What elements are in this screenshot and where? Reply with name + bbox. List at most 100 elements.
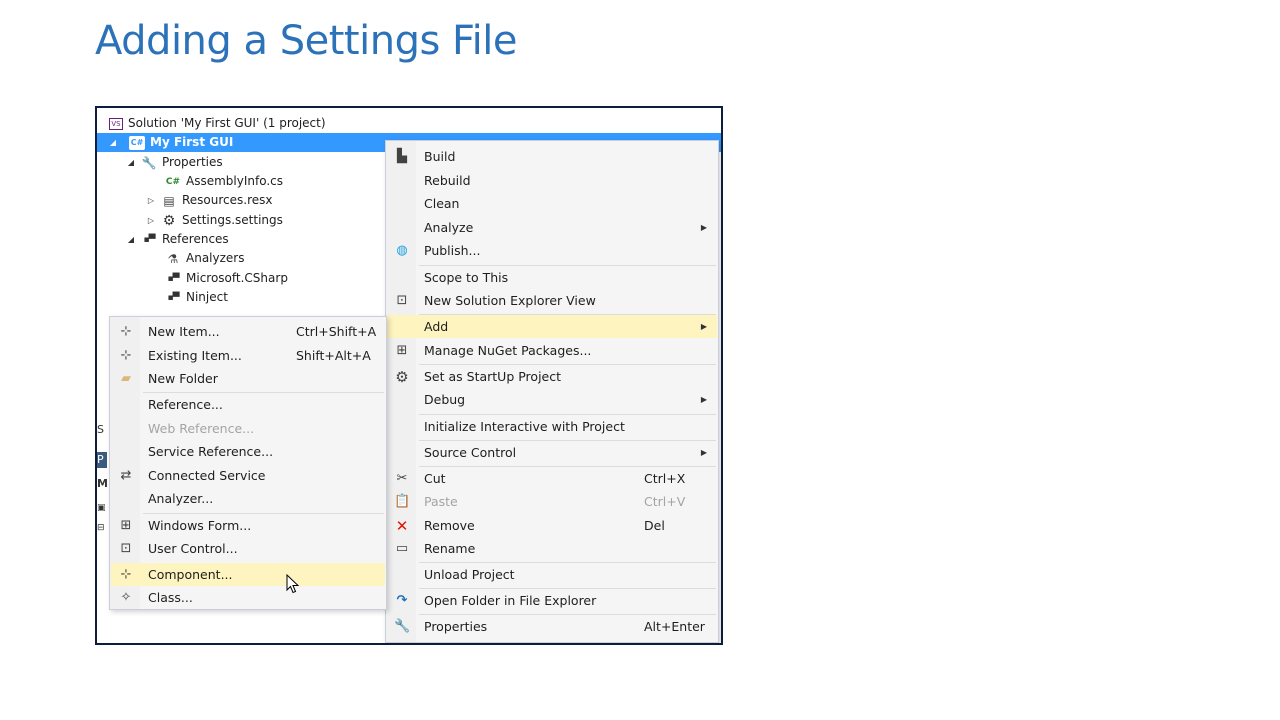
- menu-item-rename[interactable]: ▭ Rename: [387, 537, 717, 560]
- menu-item-manage-nuget[interactable]: ⊞ Manage NuGet Packages...: [387, 339, 717, 362]
- submenu-item-user-control[interactable]: ⊡ User Control...: [111, 537, 385, 560]
- menu-item-new-solution-explorer-view[interactable]: ⊡ New Solution Explorer View: [387, 289, 717, 312]
- submenu-item-connected-service[interactable]: ⇄ Connected Service: [111, 464, 385, 487]
- rename-icon: ▭: [395, 541, 409, 556]
- csharp-file-icon: C#: [165, 176, 181, 187]
- menu-item-paste[interactable]: 📋 Paste Ctrl+V: [387, 490, 717, 513]
- submenu-item-new-item[interactable]: ⊹ New Item... Ctrl+Shift+A: [111, 320, 385, 343]
- menu-item-properties[interactable]: 🔧 Properties Alt+Enter: [387, 615, 717, 638]
- menu-item-set-startup[interactable]: ⚙ Set as StartUp Project: [387, 365, 717, 388]
- submenu-arrow-icon: ▶: [700, 448, 707, 457]
- collapse-arrow-icon[interactable]: ◢: [125, 230, 137, 249]
- tree-references[interactable]: ◢ ▪▀ References: [125, 230, 229, 249]
- menu-label: Manage NuGet Packages...: [424, 343, 592, 358]
- menu-shortcut: Shift+Alt+A: [296, 348, 371, 363]
- tree-microsoft-csharp[interactable]: ▪▀ Microsoft.CSharp: [165, 269, 288, 288]
- menu-label: Add: [424, 319, 449, 334]
- open-folder-arrow-icon: ↷: [396, 593, 408, 608]
- wrench-icon: 🔧: [394, 619, 411, 634]
- submenu-item-web-reference[interactable]: Web Reference...: [111, 417, 385, 440]
- menu-label: Properties: [424, 619, 488, 634]
- submenu-item-reference[interactable]: Reference...: [111, 393, 385, 416]
- slide-title: Adding a Settings File: [95, 18, 517, 64]
- expand-arrow-icon[interactable]: ▷: [145, 191, 157, 210]
- connected-service-icon: ⇄: [120, 468, 132, 483]
- build-icon: ▙: [397, 149, 407, 164]
- solution-icon: VS: [109, 117, 123, 130]
- menu-item-unload-project[interactable]: Unload Project: [387, 563, 717, 586]
- submenu-arrow-icon: ▶: [700, 223, 707, 232]
- clipped-icon: ⊟: [97, 523, 105, 533]
- tree-analyzers[interactable]: ⚗ Analyzers: [165, 249, 245, 268]
- scissors-icon: ✂: [396, 471, 408, 486]
- mouse-cursor-icon: [286, 574, 300, 594]
- menu-label: Service Reference...: [148, 444, 274, 459]
- clipboard-icon: 📋: [394, 494, 411, 509]
- menu-label: Connected Service: [148, 468, 266, 483]
- menu-label: Source Control: [424, 445, 517, 460]
- tree-label: Microsoft.CSharp: [186, 271, 288, 285]
- menu-item-scope-to-this[interactable]: Scope to This: [387, 266, 717, 289]
- tree-solution[interactable]: VS Solution 'My First GUI' (1 project): [109, 114, 326, 133]
- menu-label: Analyze: [424, 220, 474, 235]
- menu-label: Cut: [424, 471, 446, 486]
- menu-item-source-control[interactable]: Source Control ▶: [387, 441, 717, 464]
- menu-label: Reference...: [148, 397, 223, 412]
- existing-item-icon: ⊹: [120, 348, 132, 363]
- tree-label: Ninject: [186, 290, 228, 304]
- menu-label: Initialize Interactive with Project: [424, 419, 625, 434]
- menu-item-publish[interactable]: ◍ Publish...: [387, 239, 717, 262]
- tree-settings[interactable]: ▷ ⚙ Settings.settings: [145, 211, 283, 230]
- solution-label: Solution 'My First GUI' (1 project): [128, 116, 326, 130]
- resource-file-icon: ▤: [163, 193, 175, 208]
- menu-item-build[interactable]: ▙ Build: [387, 145, 717, 168]
- menu-label: Class...: [148, 590, 193, 605]
- collapse-arrow-icon[interactable]: ◢: [125, 153, 137, 172]
- wrench-icon: 🔧: [141, 155, 157, 170]
- new-item-icon: ⊹: [120, 324, 132, 339]
- project-context-menu: ▙ Build Rebuild Clean Analyze ▶ ◍ Publis…: [385, 140, 719, 643]
- menu-item-cut[interactable]: ✂ Cut Ctrl+X: [387, 467, 717, 490]
- menu-label: New Item...: [148, 324, 220, 339]
- reference-icon: ▪▀: [167, 273, 179, 284]
- menu-item-rebuild[interactable]: Rebuild: [387, 169, 717, 192]
- menu-label: Open Folder in File Explorer: [424, 593, 597, 608]
- menu-item-initialize-interactive[interactable]: Initialize Interactive with Project: [387, 415, 717, 438]
- menu-label: Rename: [424, 541, 476, 556]
- menu-item-analyze[interactable]: Analyze ▶: [387, 216, 717, 239]
- menu-shortcut: Del: [644, 518, 665, 533]
- globe-icon: ◍: [396, 243, 408, 258]
- submenu-item-component[interactable]: ⊹ Component...: [111, 563, 385, 586]
- menu-label: Web Reference...: [148, 421, 255, 436]
- tree-resources[interactable]: ▷ ▤ Resources.resx: [145, 191, 273, 210]
- user-control-icon: ⊡: [120, 541, 132, 556]
- menu-label: Unload Project: [424, 567, 515, 582]
- references-icon: ▪▀: [143, 234, 155, 245]
- gear-icon: ⚙: [162, 212, 176, 229]
- clipped-text: S: [97, 423, 104, 436]
- menu-item-open-folder[interactable]: ↷ Open Folder in File Explorer: [387, 589, 717, 612]
- tree-properties[interactable]: ◢ 🔧 Properties: [125, 153, 223, 172]
- menu-item-add[interactable]: Add ▶: [387, 315, 717, 338]
- submenu-item-existing-item[interactable]: ⊹ Existing Item... Shift+Alt+A: [111, 344, 385, 367]
- menu-label: Debug: [424, 392, 466, 407]
- menu-item-remove[interactable]: ✕ Remove Del: [387, 514, 717, 537]
- collapse-arrow-icon[interactable]: ◢: [107, 133, 119, 152]
- menu-label: Analyzer...: [148, 491, 214, 506]
- menu-item-clean[interactable]: Clean: [387, 192, 717, 215]
- submenu-item-class[interactable]: ✧ Class...: [111, 586, 385, 609]
- submenu-item-service-reference[interactable]: Service Reference...: [111, 440, 385, 463]
- menu-label: Clean: [424, 196, 460, 211]
- clipped-panel-tab[interactable]: P: [97, 452, 107, 468]
- tree-ninject[interactable]: ▪▀ Ninject: [165, 288, 228, 307]
- remove-x-icon: ✕: [395, 517, 409, 535]
- submenu-item-analyzer[interactable]: Analyzer...: [111, 487, 385, 510]
- screenshot-frame: VS Solution 'My First GUI' (1 project) ◢…: [95, 106, 723, 645]
- clipped-icon: ▣: [97, 503, 106, 513]
- menu-item-debug[interactable]: Debug ▶: [387, 388, 717, 411]
- submenu-item-windows-form[interactable]: ⊞ Windows Form...: [111, 514, 385, 537]
- expand-arrow-icon[interactable]: ▷: [145, 211, 157, 230]
- tree-assemblyinfo[interactable]: C# AssemblyInfo.cs: [165, 172, 283, 191]
- submenu-item-new-folder[interactable]: ▰ New Folder: [111, 367, 385, 390]
- menu-label: Existing Item...: [148, 348, 242, 363]
